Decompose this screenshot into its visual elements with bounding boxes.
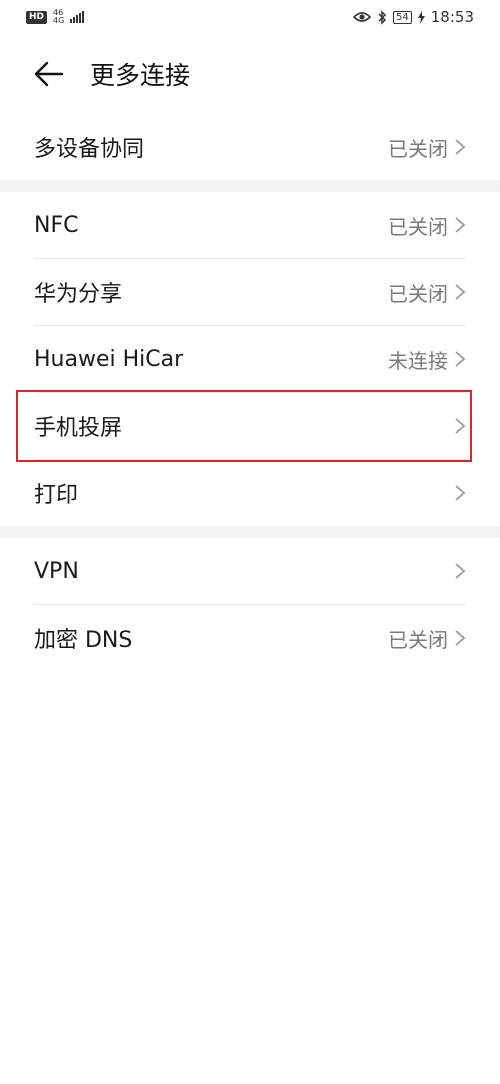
charging-icon	[417, 10, 425, 24]
row-right: 已关闭	[388, 211, 466, 240]
row-value: 已关闭	[388, 281, 448, 306]
bluetooth-icon	[378, 9, 387, 25]
back-arrow-icon	[34, 61, 64, 87]
group-multi-device: 多设备协同 已关闭	[0, 114, 500, 180]
row-print[interactable]: 打印	[34, 460, 466, 526]
row-label: Huawei HiCar	[34, 346, 184, 372]
signal-icon	[70, 11, 85, 23]
hd-icon: HD	[26, 10, 48, 24]
highlight-box	[16, 390, 472, 462]
row-label: NFC	[34, 212, 79, 238]
group-network: VPN 加密 DNS 已关闭	[0, 538, 500, 671]
status-right: 54 18:53	[353, 8, 474, 26]
row-label: 华为分享	[34, 282, 123, 307]
row-label: VPN	[34, 558, 79, 584]
section-divider	[0, 526, 500, 538]
row-value: 已关闭	[388, 627, 448, 652]
row-nfc[interactable]: NFC 已关闭	[34, 192, 466, 259]
row-label: 多设备协同	[34, 137, 145, 162]
chevron-right-icon	[455, 563, 466, 579]
row-right: 已关闭	[388, 278, 466, 307]
chevron-right-icon	[455, 630, 466, 646]
battery-icon: 54	[393, 10, 412, 24]
row-value: 未连接	[388, 348, 448, 373]
chevron-right-icon	[455, 284, 466, 300]
row-label: 加密 DNS	[34, 628, 133, 653]
header: 更多连接	[0, 34, 500, 114]
row-value: 已关闭	[388, 136, 448, 161]
chevron-right-icon	[455, 351, 466, 367]
network-type: 46 4G	[53, 9, 64, 25]
row-right	[448, 562, 466, 580]
row-huawei-share[interactable]: 华为分享 已关闭	[34, 259, 466, 326]
row-right: 已关闭	[388, 133, 466, 162]
section-divider	[0, 180, 500, 192]
chevron-right-icon	[455, 139, 466, 155]
status-left: HD 46 4G	[26, 9, 85, 25]
page-title: 更多连接	[90, 61, 191, 90]
row-right	[448, 484, 466, 502]
group-connections: NFC 已关闭 华为分享 已关闭 Huawei HiCar 未连接 手机投屏 打…	[0, 192, 500, 526]
row-right: 未连接	[388, 345, 466, 374]
row-vpn[interactable]: VPN	[34, 538, 466, 605]
chevron-right-icon	[455, 485, 466, 501]
row-encrypted-dns[interactable]: 加密 DNS 已关闭	[34, 605, 466, 671]
clock: 18:53	[430, 8, 474, 26]
chevron-right-icon	[455, 217, 466, 233]
row-hicar[interactable]: Huawei HiCar 未连接	[34, 326, 466, 393]
row-right: 已关闭	[388, 624, 466, 653]
back-button[interactable]	[34, 58, 66, 90]
network-type-bottom: 4G	[53, 16, 65, 25]
row-label: 打印	[34, 483, 79, 508]
eye-icon	[353, 12, 372, 22]
status-bar: HD 46 4G 54 18:53	[0, 0, 500, 34]
row-value: 已关闭	[388, 214, 448, 239]
row-multi-device[interactable]: 多设备协同 已关闭	[34, 114, 466, 180]
